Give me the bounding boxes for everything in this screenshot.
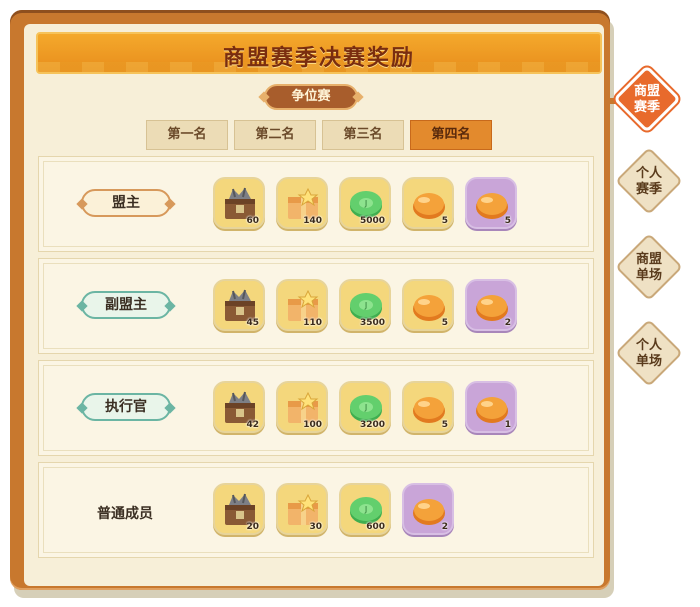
side-tab-label-1: 个人 xyxy=(635,166,662,181)
reward-quantity: 5 xyxy=(441,216,448,226)
tab-rank-2[interactable]: 第二名 xyxy=(234,120,316,150)
reward-item[interactable]: 2 xyxy=(402,483,454,535)
reward-item[interactable]: 30 xyxy=(276,483,328,535)
role-label: 副盟主 xyxy=(81,291,171,319)
reward-quantity: 30 xyxy=(309,522,322,532)
reward-row: 普通成员 20 30 J 600 2 xyxy=(38,462,594,558)
reward-item[interactable]: 5 xyxy=(402,279,454,331)
reward-item[interactable]: J 600 xyxy=(339,483,391,535)
svg-text:J: J xyxy=(364,403,367,412)
page-title: 商盟赛季决赛奖励 xyxy=(222,46,415,71)
reward-quantity: 3500 xyxy=(359,318,385,328)
reward-item[interactable]: J 3200 xyxy=(339,381,391,433)
tab-rank-4[interactable]: 第四名 xyxy=(410,120,492,150)
reward-row: 盟主 60 140 J 5000 5 5 xyxy=(38,156,594,252)
reward-item[interactable]: 5 xyxy=(465,177,517,229)
role-label: 盟主 xyxy=(81,189,171,217)
reward-item[interactable]: 1 xyxy=(465,381,517,433)
section-subtitle: 争位赛 xyxy=(264,84,358,110)
role-label: 执行官 xyxy=(81,393,171,421)
reward-quantity: 5000 xyxy=(359,216,385,226)
reward-quantity: 140 xyxy=(303,216,322,226)
tab-rank-3[interactable]: 第三名 xyxy=(322,120,404,150)
role-label: 普通成员 xyxy=(97,506,153,522)
side-tab-label-1: 商盟 xyxy=(633,84,660,99)
reward-quantity: 2 xyxy=(441,522,448,532)
reward-item[interactable]: 45 xyxy=(213,279,265,331)
reward-item[interactable]: 140 xyxy=(276,177,328,229)
svg-text:J: J xyxy=(364,505,367,514)
reward-item[interactable]: J 3500 xyxy=(339,279,391,331)
svg-text:J: J xyxy=(364,199,367,208)
reward-quantity: 5 xyxy=(441,420,448,430)
reward-item[interactable]: 5 xyxy=(402,381,454,433)
reward-quantity: 3200 xyxy=(359,420,385,430)
reward-quantity: 42 xyxy=(246,420,259,430)
side-tab-label-2: 赛季 xyxy=(633,100,660,115)
reward-item[interactable]: 60 xyxy=(213,177,265,229)
side-tab-label-2: 单场 xyxy=(635,268,662,283)
side-tab-alliance-single[interactable]: 商盟 单场 xyxy=(615,233,683,301)
reward-item[interactable]: 20 xyxy=(213,483,265,535)
reward-quantity: 5 xyxy=(504,216,511,226)
title-banner: 商盟赛季决赛奖励 xyxy=(36,32,602,74)
reward-item[interactable]: 2 xyxy=(465,279,517,331)
reward-quantity: 1 xyxy=(504,420,511,430)
reward-item[interactable]: 5 xyxy=(402,177,454,229)
side-tab-personal-season[interactable]: 个人 赛季 xyxy=(615,147,683,215)
reward-quantity: 110 xyxy=(303,318,322,328)
reward-quantity: 600 xyxy=(366,522,385,532)
reward-item[interactable]: J 5000 xyxy=(339,177,391,229)
reward-item[interactable]: 42 xyxy=(213,381,265,433)
reward-row: 执行官 42 100 J 3200 5 1 xyxy=(38,360,594,456)
reward-quantity: 20 xyxy=(246,522,259,532)
side-tab-label-2: 单场 xyxy=(635,354,662,369)
side-tab-label-1: 商盟 xyxy=(635,252,662,267)
reward-quantity: 5 xyxy=(441,318,448,328)
reward-quantity: 60 xyxy=(246,216,259,226)
side-tab-alliance-season[interactable]: 商盟 赛季 xyxy=(613,65,681,133)
reward-quantity: 100 xyxy=(303,420,322,430)
tab-rank-1[interactable]: 第一名 xyxy=(146,120,228,150)
reward-row: 副盟主 45 110 J 3500 5 2 xyxy=(38,258,594,354)
reward-quantity: 45 xyxy=(246,318,259,328)
side-tab-label-1: 个人 xyxy=(635,338,662,353)
side-tab-personal-single[interactable]: 个人 单场 xyxy=(615,319,683,387)
side-tab-label-2: 赛季 xyxy=(635,182,662,197)
reward-item[interactable]: 110 xyxy=(276,279,328,331)
reward-item[interactable]: 100 xyxy=(276,381,328,433)
reward-quantity: 2 xyxy=(504,318,511,328)
svg-text:J: J xyxy=(364,301,367,310)
